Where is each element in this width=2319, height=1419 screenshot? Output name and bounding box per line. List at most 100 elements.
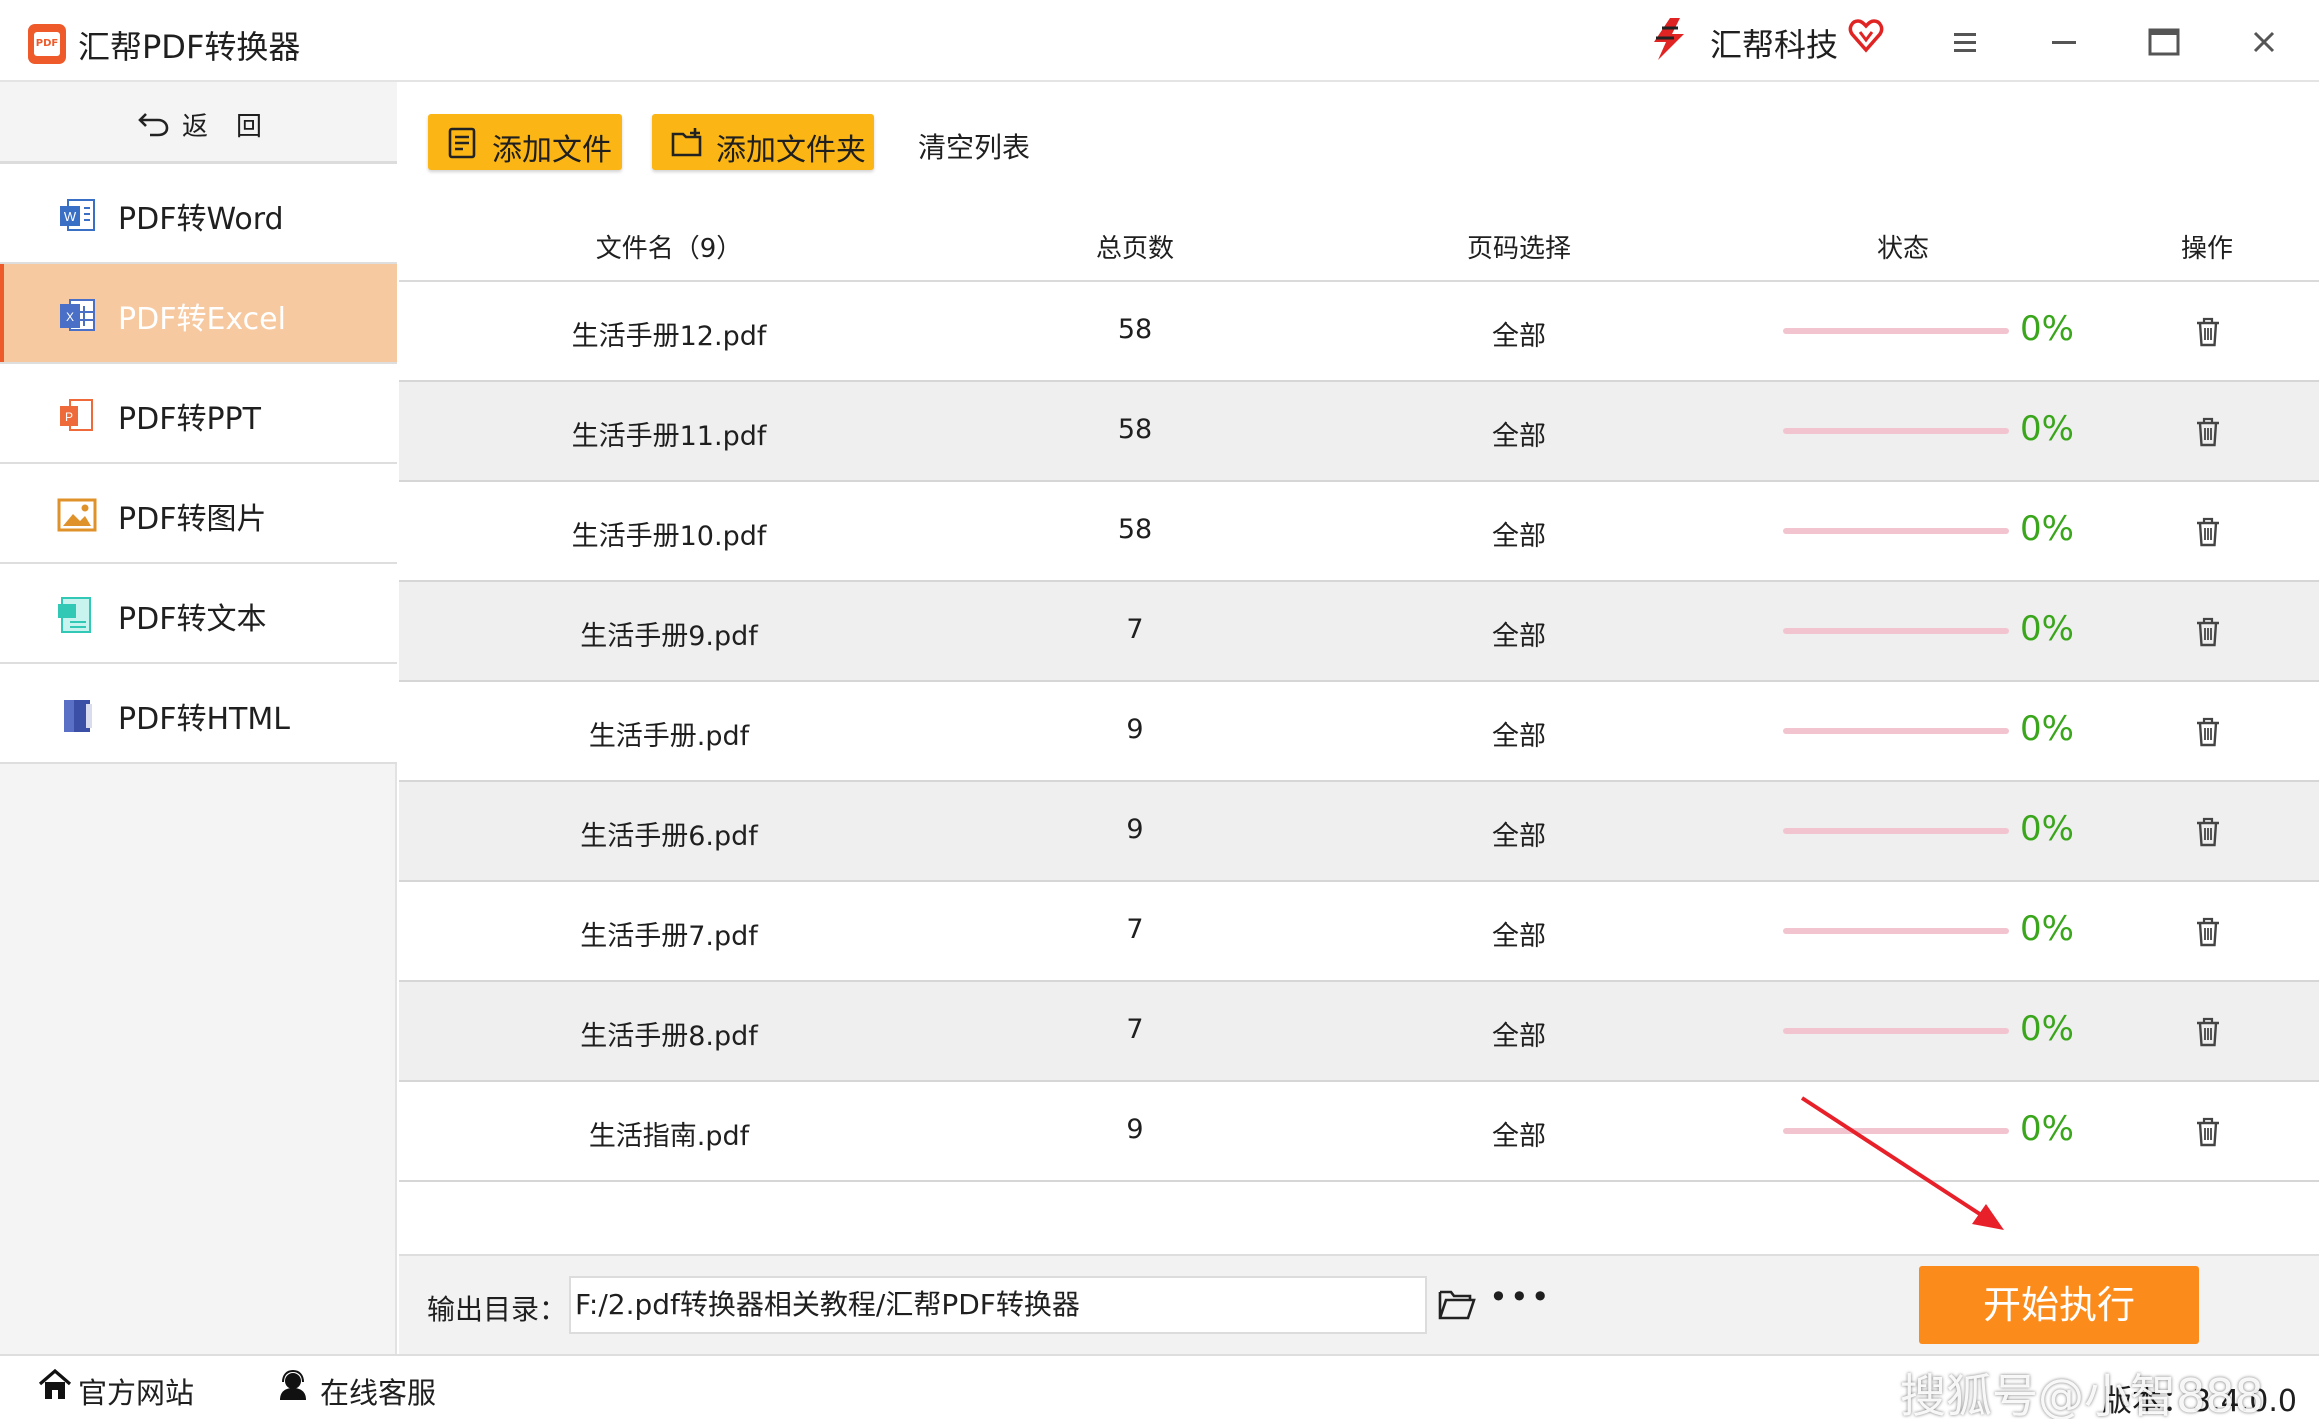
progress-bar	[1783, 928, 2009, 934]
page-count-cell: 9	[1126, 1114, 1144, 1145]
sidebar-item-label: PDF转图片	[118, 502, 267, 537]
page-range-select[interactable]: 全部	[1492, 814, 1546, 853]
delete-icon[interactable]	[2193, 416, 2223, 448]
add-folder-icon	[671, 128, 702, 157]
page-range-select[interactable]: 全部	[1492, 414, 1546, 453]
filename-cell: 生活指南.pdf	[588, 1121, 750, 1152]
brand-name: 汇帮科技	[1710, 26, 1839, 64]
online-support-link[interactable]: 在线客服	[320, 1370, 436, 1412]
add-file-button[interactable]: 添加文件	[428, 114, 622, 170]
page-range-select[interactable]: 全部	[1492, 914, 1546, 953]
watermark: 搜狐号@小智888	[1900, 1369, 2264, 1419]
close-icon[interactable]	[2244, 22, 2284, 62]
output-bar: 输出目录： F:/2.pdf转换器相关教程/汇帮PDF转换器 ••• 开始执行	[399, 1254, 2319, 1354]
page-range-select[interactable]: 全部	[1492, 614, 1546, 653]
word-icon: W	[60, 199, 95, 231]
menu-icon[interactable]	[1944, 22, 1984, 62]
app-logo-icon: PDF	[28, 24, 66, 64]
page-count-cell: 58	[1117, 514, 1153, 545]
progress-percent: 0%	[2020, 609, 2074, 649]
progress-percent: 0%	[2020, 909, 2074, 949]
sidebar-item-label: PDF转Excel	[118, 302, 286, 337]
html-icon	[64, 700, 92, 732]
table-row: 生活手册9.pdf 7 全部 0%	[399, 582, 2319, 682]
page-count-cell: 7	[1126, 1014, 1144, 1045]
page-range-select[interactable]: 全部	[1492, 714, 1546, 753]
filename-cell: 生活手册10.pdf	[571, 521, 767, 552]
status-bar: 官方网站 在线客服 版本：3.4.0.0 搜狐号@小智888	[0, 1354, 2319, 1419]
excel-icon: X	[60, 299, 95, 331]
header-page-range: 页码选择	[1466, 234, 1572, 264]
page-range-select[interactable]: 全部	[1492, 514, 1546, 553]
annotation-arrow	[1800, 1096, 2004, 1230]
page-range-select[interactable]: 全部	[1492, 1014, 1546, 1053]
progress-bar	[1783, 528, 2009, 534]
customer-service-icon	[280, 1369, 306, 1400]
table-row: 生活手册7.pdf 7 全部 0%	[399, 882, 2319, 982]
delete-icon[interactable]	[2193, 1016, 2223, 1048]
home-icon	[38, 1368, 72, 1399]
progress-percent: 0%	[2020, 1009, 2074, 1049]
page-range-select[interactable]: 全部	[1492, 314, 1546, 353]
app-title: 汇帮PDF转换器	[78, 28, 301, 66]
header-filename: 文件名（9）	[595, 234, 743, 264]
add-folder-button[interactable]: 添加文件夹	[652, 114, 874, 170]
more-options-button[interactable]: •••	[1489, 1278, 1552, 1316]
table-row: 生活手册10.pdf 58 全部 0%	[399, 482, 2319, 582]
sidebar: 返回 W PDF转Word X PDF转Excel P PDF转PPT PDF转…	[0, 82, 397, 1354]
file-table-header: 文件名（9） 总页数 页码选择 状态 操作	[399, 210, 2319, 282]
table-row: 生活指南.pdf 9 全部 0%	[399, 1082, 2319, 1182]
filename-cell: 生活手册9.pdf	[580, 621, 758, 652]
app-logo-text: PDF	[34, 32, 60, 56]
svg-text:W: W	[64, 209, 77, 224]
official-website-link[interactable]: 官方网站	[78, 1370, 194, 1412]
sidebar-item-pdf-to-html[interactable]: PDF转HTML	[0, 664, 397, 764]
progress-percent: 0%	[2020, 509, 2074, 549]
progress-bar	[1783, 828, 2009, 834]
delete-icon[interactable]	[2193, 616, 2223, 648]
progress-bar	[1783, 1028, 2009, 1034]
page-count-cell: 58	[1117, 414, 1153, 445]
sidebar-item-pdf-to-image[interactable]: PDF转图片	[0, 464, 397, 564]
back-button[interactable]: 返回	[0, 82, 397, 164]
progress-bar	[1783, 628, 2009, 634]
file-table: 生活手册12.pdf 58 全部 0% 生活手册11.pdf 58 全部 0% …	[399, 282, 2319, 1182]
svg-text:P: P	[65, 410, 73, 424]
add-file-label: 添加文件	[492, 133, 612, 168]
table-row: 生活手册8.pdf 7 全部 0%	[399, 982, 2319, 1082]
sidebar-item-pdf-to-word[interactable]: W PDF转Word	[0, 164, 397, 264]
sidebar-item-pdf-to-text[interactable]: PDF转文本	[0, 564, 397, 664]
delete-icon[interactable]	[2193, 716, 2223, 748]
filename-cell: 生活手册7.pdf	[580, 921, 758, 952]
table-row: 生活手册12.pdf 58 全部 0%	[399, 282, 2319, 382]
sidebar-item-pdf-to-excel[interactable]: X PDF转Excel	[0, 264, 397, 364]
delete-icon[interactable]	[2193, 916, 2223, 948]
sidebar-item-pdf-to-ppt[interactable]: P PDF转PPT	[0, 364, 397, 464]
output-dir-field[interactable]: F:/2.pdf转换器相关教程/汇帮PDF转换器	[569, 1276, 1427, 1334]
delete-icon[interactable]	[2193, 316, 2223, 348]
page-range-select[interactable]: 全部	[1492, 1114, 1546, 1153]
filename-cell: 生活手册12.pdf	[571, 321, 767, 352]
start-button[interactable]: 开始执行	[1919, 1266, 2199, 1344]
filename-cell: 生活手册.pdf	[588, 721, 750, 752]
maximize-icon[interactable]	[2144, 22, 2184, 62]
heart-badge-icon[interactable]	[1848, 18, 1884, 54]
progress-bar	[1783, 328, 2009, 334]
delete-icon[interactable]	[2193, 1116, 2223, 1148]
minimize-icon[interactable]	[2044, 22, 2084, 62]
progress-percent: 0%	[2020, 809, 2074, 849]
text-icon	[58, 597, 91, 633]
page-count-cell: 9	[1126, 714, 1144, 745]
clear-list-button[interactable]: 清空列表	[918, 126, 1030, 166]
image-icon	[57, 498, 97, 532]
delete-icon[interactable]	[2193, 816, 2223, 848]
back-arrow-icon	[138, 113, 169, 137]
progress-bar	[1783, 428, 2009, 434]
svg-text:X: X	[66, 310, 74, 324]
page-count-cell: 7	[1126, 614, 1144, 645]
sidebar-item-label: PDF转文本	[118, 602, 267, 637]
output-dir-label: 输出目录：	[427, 1293, 568, 1326]
delete-icon[interactable]	[2193, 516, 2223, 548]
folder-open-icon[interactable]	[1437, 1286, 1477, 1322]
page-count-cell: 7	[1126, 914, 1144, 945]
